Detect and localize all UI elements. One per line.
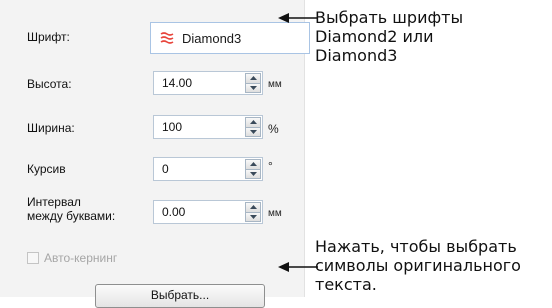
- callout-font-line1: Выбрать шрифты: [315, 8, 464, 27]
- italic-input[interactable]: [154, 158, 242, 180]
- callout-button: Нажать, чтобы выбрать символы оригинальн…: [315, 237, 521, 294]
- italic-unit: °: [268, 159, 273, 173]
- spacing-field: [153, 200, 263, 224]
- height-input[interactable]: [154, 72, 242, 94]
- triangle-up-icon: [249, 162, 257, 167]
- font-label: Шрифт:: [27, 30, 70, 44]
- triangle-down-icon: [249, 129, 257, 134]
- width-field: [153, 115, 263, 139]
- callout-font-line3: Diamond3: [315, 46, 398, 65]
- height-decrement-button[interactable]: [245, 83, 261, 93]
- spacing-label: Интервал между буквами:: [27, 195, 115, 223]
- triangle-up-icon: [249, 205, 257, 210]
- height-field: [153, 71, 263, 95]
- arrow-left-icon: [278, 13, 318, 23]
- spacing-decrement-button[interactable]: [245, 212, 261, 222]
- italic-stepper: [245, 159, 261, 179]
- height-unit: мм: [268, 79, 282, 90]
- callout-button-line1: Нажать, чтобы выбрать: [315, 237, 517, 256]
- height-label: Высота:: [27, 77, 72, 91]
- arrow-left-icon: [278, 262, 318, 272]
- font-selector[interactable]: Diamond3: [150, 22, 310, 54]
- callout-font: Выбрать шрифты Diamond2 или Diamond3: [315, 8, 463, 65]
- callout-font-line2: Diamond2 или: [315, 27, 434, 46]
- width-input[interactable]: [154, 116, 242, 138]
- triangle-down-icon: [249, 85, 257, 90]
- select-button[interactable]: Выбрать...: [95, 284, 265, 308]
- triangle-up-icon: [249, 120, 257, 125]
- font-wave-icon: [160, 32, 174, 44]
- triangle-down-icon: [249, 214, 257, 219]
- font-name: Diamond3: [182, 30, 242, 46]
- width-decrement-button[interactable]: [245, 127, 261, 137]
- width-label: Ширина:: [27, 121, 75, 135]
- autokern-checkbox[interactable]: [27, 252, 39, 264]
- italic-increment-button[interactable]: [245, 159, 261, 170]
- spacing-label-line1: Интервал: [27, 195, 81, 209]
- spacing-increment-button[interactable]: [245, 202, 261, 213]
- spacing-unit: мм: [268, 208, 282, 219]
- italic-decrement-button[interactable]: [245, 169, 261, 179]
- spacing-label-line2: между буквами:: [27, 209, 116, 223]
- spacing-stepper: [245, 202, 261, 222]
- autokern-label: Авто-кернинг: [44, 251, 118, 265]
- triangle-down-icon: [249, 171, 257, 176]
- height-increment-button[interactable]: [245, 73, 261, 84]
- italic-label: Курсив: [27, 162, 66, 176]
- height-stepper: [245, 73, 261, 93]
- callout-button-line3: текста.: [315, 275, 377, 294]
- callout-button-line2: символы оригинального: [315, 256, 521, 275]
- width-unit: %: [268, 122, 279, 136]
- width-stepper: [245, 117, 261, 137]
- width-increment-button[interactable]: [245, 117, 261, 128]
- autokern-checkbox-row: Авто-кернинг: [27, 251, 117, 265]
- italic-field: [153, 157, 263, 181]
- text-settings-panel: Шрифт: Diamond3 Высота: мм Ширина:: [0, 0, 310, 308]
- spacing-input[interactable]: [154, 201, 242, 223]
- triangle-up-icon: [249, 76, 257, 81]
